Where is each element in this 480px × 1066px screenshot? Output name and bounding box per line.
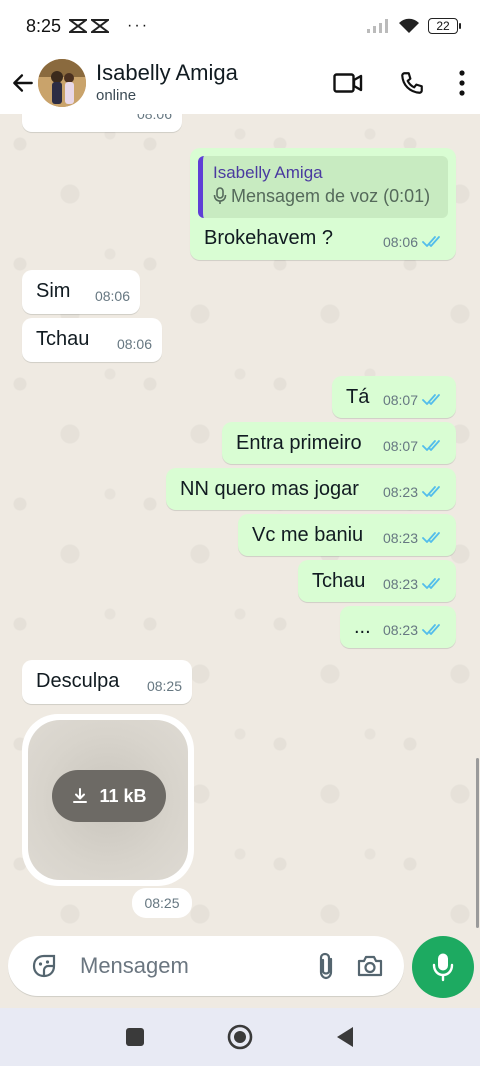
quoted-author: Isabelly Amiga bbox=[213, 163, 323, 182]
read-ticks-icon bbox=[422, 578, 440, 589]
message-time: 08:06 bbox=[116, 336, 152, 352]
message-text: Tchau bbox=[36, 328, 90, 350]
message-outgoing-reply[interactable]: Isabelly Amiga Mensagem de voz (0:01) Br… bbox=[190, 148, 456, 260]
message-incoming[interactable]: Desculpa 08:25 bbox=[22, 660, 192, 704]
notification-icon bbox=[91, 19, 110, 33]
message-meta: 08:23 bbox=[383, 480, 444, 504]
message-outgoing[interactable]: Tá 08:07 bbox=[332, 376, 456, 418]
avatar[interactable] bbox=[38, 59, 86, 107]
voice-record-button[interactable] bbox=[412, 936, 474, 998]
quoted-preview: Mensagem de voz (0:01) bbox=[231, 186, 431, 206]
read-ticks-icon bbox=[422, 486, 440, 497]
voice-call-button[interactable] bbox=[380, 59, 444, 107]
read-ticks-icon bbox=[422, 624, 440, 635]
download-size: 11 kB bbox=[99, 785, 147, 806]
media-thumbnail: 11 kB bbox=[28, 720, 188, 880]
message-time: 08:06 bbox=[136, 114, 172, 122]
message-time: 08:23 bbox=[382, 484, 418, 500]
message-text: Sim bbox=[36, 280, 71, 302]
more-options-button[interactable] bbox=[444, 59, 480, 107]
microphone-icon bbox=[213, 187, 227, 204]
message-text: Desculpa bbox=[36, 670, 120, 692]
home-button[interactable] bbox=[226, 1023, 254, 1051]
message-outgoing[interactable]: Tchau 08:23 bbox=[298, 560, 456, 602]
message-meta: 08:07 bbox=[383, 388, 444, 412]
message-composer: Mensagem bbox=[0, 930, 480, 1008]
message-time: 08:06 bbox=[382, 234, 418, 250]
camera-button[interactable] bbox=[348, 944, 392, 988]
chat-messages[interactable]: 08:06 Isabelly Amiga Mensagem de voz (0:… bbox=[0, 114, 480, 944]
message-outgoing[interactable]: Vc me baniu 08:23 bbox=[238, 514, 456, 556]
message-meta: 08:06 bbox=[383, 230, 444, 254]
system-nav-bar bbox=[0, 1008, 480, 1066]
message-outgoing[interactable]: NN quero mas jogar 08:23 bbox=[166, 468, 456, 510]
message-time: 08:07 bbox=[382, 438, 418, 454]
message-incoming[interactable]: 08:06 bbox=[22, 114, 182, 132]
notification-icon bbox=[69, 19, 88, 33]
message-text: Tchau bbox=[312, 570, 366, 592]
sticker-icon bbox=[32, 954, 56, 978]
message-meta: 08:23 bbox=[383, 572, 444, 596]
message-time: 08:25 bbox=[146, 678, 182, 694]
message-time: 08:23 bbox=[382, 530, 418, 546]
paperclip-icon bbox=[319, 952, 333, 980]
status-bar: 8:25 ··· 22 bbox=[0, 0, 480, 52]
chat-header: Isabelly Amiga online bbox=[0, 52, 480, 114]
contact-status: online bbox=[96, 87, 137, 104]
message-time: 08:23 bbox=[382, 576, 418, 592]
read-ticks-icon bbox=[422, 236, 440, 247]
read-ticks-icon bbox=[422, 394, 440, 405]
media-message[interactable]: 11 kB bbox=[22, 714, 194, 886]
message-meta: 08:23 bbox=[383, 526, 444, 550]
video-camera-icon bbox=[333, 73, 363, 93]
camera-icon bbox=[357, 955, 383, 977]
message-text: Entra primeiro bbox=[236, 432, 362, 454]
back-arrow-icon bbox=[13, 74, 33, 92]
attach-button[interactable] bbox=[304, 944, 348, 988]
quoted-message[interactable]: Isabelly Amiga Mensagem de voz (0:01) bbox=[198, 156, 448, 218]
message-time: 08:23 bbox=[382, 622, 418, 638]
message-outgoing[interactable]: Entra primeiro 08:07 bbox=[222, 422, 456, 464]
media-time: 08:25 bbox=[132, 888, 192, 918]
message-outgoing[interactable]: ... 08:23 bbox=[340, 606, 456, 648]
recents-button[interactable] bbox=[124, 1026, 146, 1048]
message-text: NN quero mas jogar bbox=[180, 478, 359, 500]
more-vertical-icon bbox=[459, 70, 465, 96]
download-button[interactable]: 11 kB bbox=[52, 770, 166, 822]
message-time: 08:06 bbox=[94, 288, 130, 304]
notification-icons bbox=[69, 19, 110, 33]
message-text: ... bbox=[354, 616, 371, 638]
wifi-icon bbox=[399, 18, 419, 33]
message-meta: 08:07 bbox=[383, 434, 444, 458]
message-text: Brokehavem ? bbox=[204, 227, 333, 249]
message-input[interactable]: Mensagem bbox=[80, 953, 304, 979]
message-text: Tá bbox=[346, 386, 370, 408]
read-ticks-icon bbox=[422, 532, 440, 543]
microphone-icon bbox=[432, 953, 454, 982]
back-nav-button[interactable] bbox=[334, 1025, 356, 1049]
signal-icon bbox=[367, 19, 388, 33]
sticker-button[interactable] bbox=[22, 944, 66, 988]
phone-icon bbox=[401, 72, 423, 94]
scrollbar[interactable] bbox=[476, 758, 479, 928]
more-notifications-icon: ··· bbox=[127, 17, 150, 34]
message-input-container[interactable]: Mensagem bbox=[8, 936, 404, 996]
back-button[interactable] bbox=[4, 63, 42, 103]
message-incoming[interactable]: Tchau 08:06 bbox=[22, 318, 162, 362]
message-meta: 08:23 bbox=[383, 618, 444, 642]
contact-info[interactable]: Isabelly Amiga online bbox=[96, 60, 238, 106]
status-time: 8:25 bbox=[26, 15, 62, 36]
download-icon bbox=[73, 788, 88, 803]
battery-icon: 22 bbox=[428, 18, 461, 34]
message-incoming[interactable]: Sim 08:06 bbox=[22, 270, 140, 314]
read-ticks-icon bbox=[422, 440, 440, 451]
message-text: Vc me baniu bbox=[252, 524, 364, 546]
contact-name: Isabelly Amiga bbox=[96, 60, 238, 85]
message-time: 08:07 bbox=[382, 392, 418, 408]
video-call-button[interactable] bbox=[316, 59, 380, 107]
